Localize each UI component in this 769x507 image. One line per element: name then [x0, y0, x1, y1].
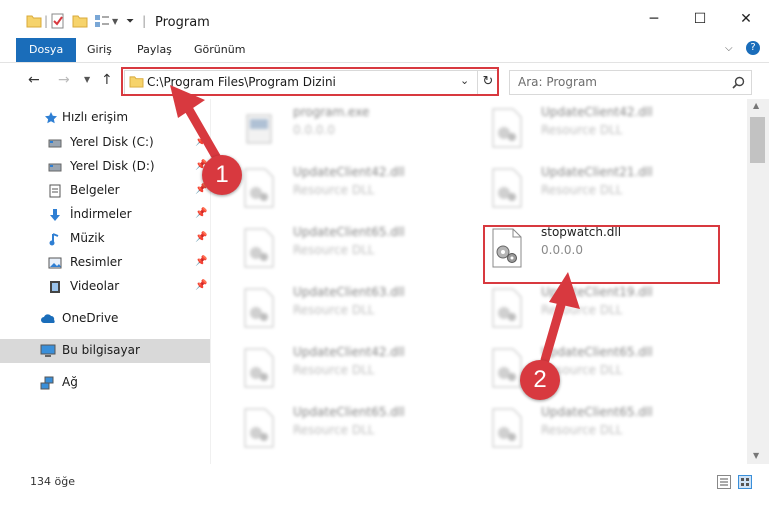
annotation-arrows	[170, 85, 580, 365]
step-1-badge: 1	[202, 155, 242, 195]
step-2-badge: 2	[520, 360, 560, 400]
arrow-1	[170, 85, 223, 165]
arrow-2	[540, 272, 580, 365]
file-explorer-window: | ▼ ⏷ | Program ─ ☐ ✕ Dosya Giriş Paylaş…	[0, 0, 769, 507]
